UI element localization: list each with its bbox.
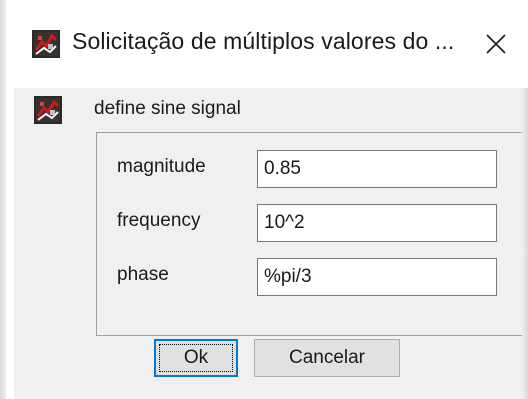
frequency-input[interactable]: [257, 204, 497, 242]
magnitude-input[interactable]: [257, 150, 497, 188]
dialog-description: define sine signal: [94, 98, 241, 119]
window-border-left: [0, 0, 6, 399]
dialog-window: Solicitação de múltiplos valores do ... …: [0, 0, 528, 399]
close-button[interactable]: [470, 18, 522, 70]
magnitude-label: magnitude: [117, 156, 206, 177]
frequency-label: frequency: [117, 210, 201, 231]
scilab-app-icon: [32, 30, 60, 58]
cancel-button-label: Cancelar: [288, 347, 366, 368]
cancel-button[interactable]: Cancelar: [254, 339, 400, 377]
scilab-app-icon: [34, 96, 62, 124]
dialog-body: define sine signal magnitude frequency p…: [14, 88, 522, 399]
fields-group: magnitude frequency phase: [96, 132, 522, 336]
phase-input[interactable]: [257, 258, 497, 296]
window-title: Solicitação de múltiplos valores do ...: [72, 28, 455, 54]
close-icon: [486, 34, 506, 54]
ok-button-label: Ok: [183, 347, 209, 368]
phase-label: phase: [117, 264, 169, 285]
ok-button[interactable]: Ok: [154, 339, 238, 377]
title-bar[interactable]: Solicitação de múltiplos valores do ...: [14, 0, 528, 88]
